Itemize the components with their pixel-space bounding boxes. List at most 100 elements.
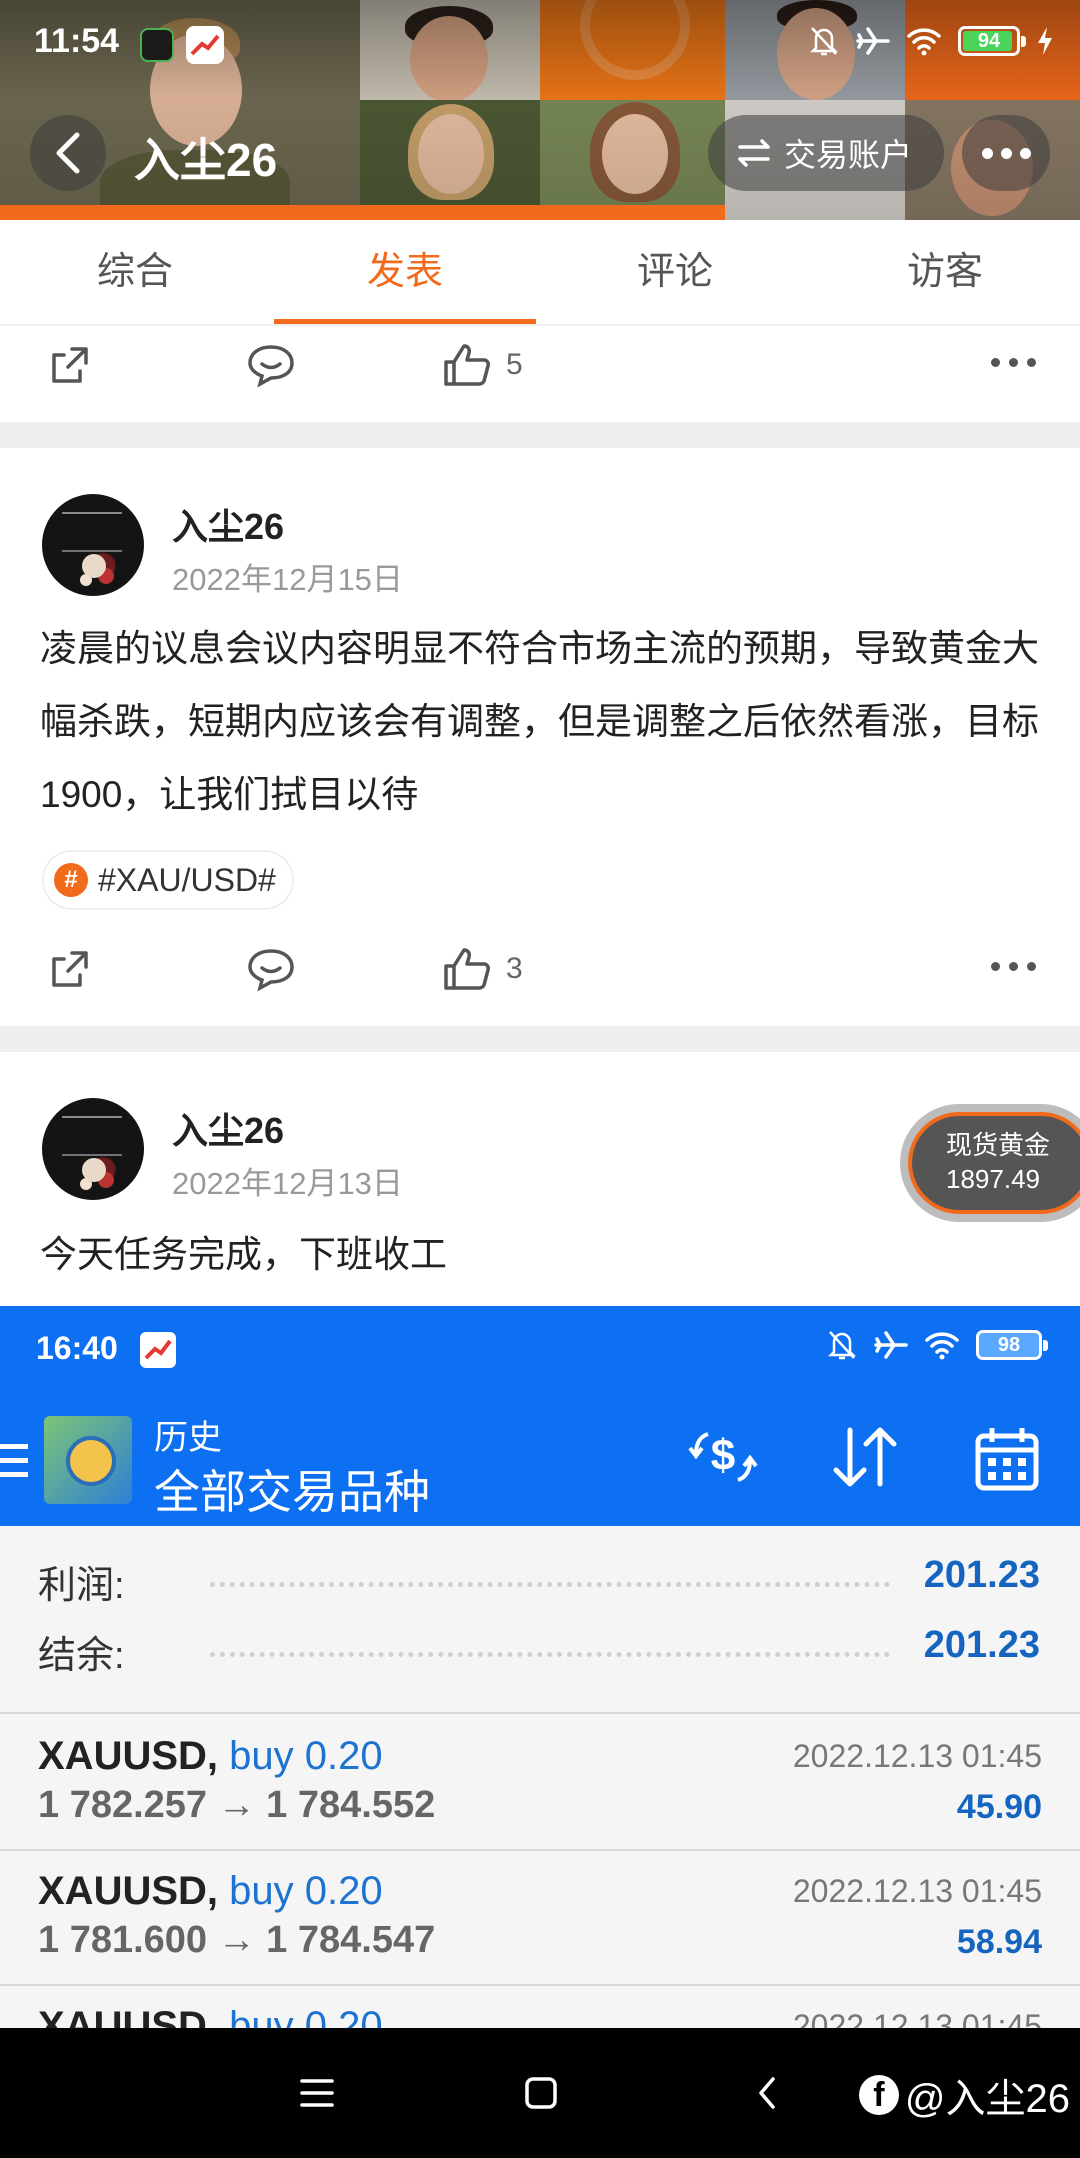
- watermark-text: @入尘26: [904, 2077, 1070, 2121]
- mt-status-time: 16:40: [36, 1330, 118, 1366]
- sort-arrows-icon: [833, 1427, 897, 1487]
- topic-tag[interactable]: # #XAU/USD#: [42, 850, 294, 910]
- trading-account-label: 交易账户: [784, 137, 913, 173]
- share-button[interactable]: [46, 320, 94, 410]
- airplane-icon: [874, 1331, 908, 1359]
- battery-icon: 98: [976, 1330, 1048, 1360]
- trading-account-button[interactable]: 交易账户: [708, 115, 944, 191]
- like-button[interactable]: 5: [442, 320, 523, 410]
- notification-chart-icon: [186, 26, 224, 64]
- mute-bell-icon: [809, 27, 839, 56]
- tab-posts[interactable]: 发表: [270, 220, 540, 324]
- currency-exchange-icon: $: [688, 1431, 758, 1482]
- mute-bell-icon: [827, 1331, 857, 1360]
- author-name[interactable]: 入尘26: [172, 1102, 284, 1154]
- facebook-icon: f: [858, 2075, 899, 2115]
- mt-header: 16:40 98 历史 全部交易品种 $: [0, 1306, 1080, 1526]
- notification-app-icon: [140, 28, 174, 62]
- post-more-button[interactable]: [991, 962, 1036, 971]
- post-text[interactable]: 凌晨的议息会议内容明显不符合市场主流的预期，导致黄金大幅杀跌，短期内应该会有调整…: [40, 612, 1050, 831]
- post-actions: 5: [0, 320, 1080, 410]
- battery-icon: 94: [958, 26, 1026, 56]
- mt-notification-icon: [140, 1332, 176, 1368]
- trade-symbol: XAUUSD,: [38, 1869, 219, 1913]
- post-date: 2022年12月15日: [172, 562, 403, 597]
- comment-button[interactable]: [246, 320, 296, 410]
- trade-symbol: XAUUSD,: [38, 2004, 219, 2028]
- summary-label: 利润:: [38, 1565, 125, 1607]
- page-title: 入尘26: [134, 134, 278, 186]
- wifi-icon: [907, 28, 941, 56]
- home-button[interactable]: [516, 2068, 566, 2118]
- summary-value: 201.23: [923, 1624, 1040, 1666]
- post-divider: [0, 1026, 1080, 1052]
- tab-visitors[interactable]: 访客: [810, 220, 1080, 324]
- summary-row-balance: 结余: 201.23: [0, 1614, 1080, 1684]
- status-icons: 94: [808, 24, 1054, 58]
- trade-time: 2022.12.13 01:45: [792, 1738, 1042, 1774]
- summary-row-profit: 利润: 201.23: [0, 1544, 1080, 1614]
- switch-arrows-icon: [738, 139, 770, 167]
- post-date: 2022年12月13日: [172, 1166, 403, 1201]
- mt-page-title: 全部交易品种: [154, 1466, 430, 1518]
- profit-summary: 利润: 201.23 结余: 201.23: [0, 1526, 1080, 1714]
- status-time: 11:54: [34, 22, 120, 60]
- thumbs-up-icon: [444, 344, 490, 386]
- post-text[interactable]: 今天任务完成，下班收工: [40, 1218, 1050, 1291]
- hashtag-icon: #: [54, 863, 88, 897]
- topic-tag-label: #XAU/USD#: [98, 861, 276, 898]
- author-avatar[interactable]: [42, 494, 144, 596]
- author-name[interactable]: 入尘26: [172, 498, 284, 550]
- post-image-trade-history[interactable]: 16:40 98 历史 全部交易品种 $ 利润: 201.23 结余: 201.…: [0, 1306, 1080, 2028]
- like-count: 5: [506, 348, 523, 381]
- share-button[interactable]: [46, 924, 94, 1014]
- summary-label: 结余:: [38, 1635, 125, 1677]
- post-more-button[interactable]: [991, 358, 1036, 367]
- post-actions: 3: [0, 924, 1080, 1014]
- author-avatar[interactable]: [42, 1098, 144, 1200]
- like-button[interactable]: 3: [442, 924, 523, 1014]
- trade-profit: 45.90: [956, 1788, 1042, 1826]
- more-options-button[interactable]: [962, 115, 1050, 191]
- share-icon: [52, 951, 88, 987]
- metatrader-logo: [44, 1416, 132, 1504]
- square-icon: [525, 2077, 557, 2109]
- trade-side: buy 0.20: [229, 2004, 383, 2028]
- hamburger-menu-icon: [0, 1444, 28, 1486]
- trade-prices: 1 782.257 → 1 784.552: [38, 1784, 436, 1826]
- chevron-left-icon: [56, 132, 80, 174]
- charging-icon: [1038, 27, 1052, 55]
- tab-overview[interactable]: 综合: [0, 220, 270, 324]
- floating-gold-quote[interactable]: 现货黄金 1897.49: [900, 1104, 1080, 1222]
- profile-tabs: 综合 发表 评论 访客: [0, 220, 1080, 326]
- trade-row: XAUUSD, buy 0.20 2022.12.13 01:45: [0, 1986, 1080, 2028]
- mt-page-subtitle: 历史: [154, 1419, 222, 1457]
- system-back-button[interactable]: [742, 2068, 792, 2118]
- trade-time: 2022.12.13 01:45: [792, 1873, 1042, 1909]
- trade-prices: 1 781.600 → 1 784.547: [38, 1919, 436, 1961]
- watermark: f @入尘26: [858, 2066, 1070, 2124]
- trade-row: XAUUSD, buy 0.20 1 782.257 → 1 784.552 2…: [0, 1716, 1080, 1851]
- calendar-icon: [975, 1428, 1039, 1491]
- recent-apps-button[interactable]: [292, 2068, 342, 2118]
- menu-icon: [300, 2079, 334, 2107]
- thumbs-up-icon: [444, 948, 490, 990]
- trade-side: buy 0.20: [229, 1734, 383, 1778]
- quote-label: 现货黄金: [946, 1130, 1051, 1160]
- airplane-icon: [856, 27, 890, 55]
- comment-icon: [248, 345, 294, 388]
- profile-header: 11:54 94 入尘26 交易账户: [0, 0, 1080, 220]
- svg-text:$: $: [711, 1431, 735, 1480]
- trade-time: 2022.12.13 01:45: [792, 2008, 1042, 2028]
- system-nav-bar: f @入尘26: [0, 2028, 1080, 2158]
- wifi-icon: [925, 1332, 959, 1360]
- comment-button[interactable]: [246, 924, 296, 1014]
- mt-status-icons: 98: [826, 1328, 1048, 1362]
- tab-comments[interactable]: 评论: [540, 220, 810, 324]
- quote-price: 1897.49: [946, 1164, 1040, 1194]
- trade-profit: 58.94: [956, 1923, 1042, 1961]
- back-button[interactable]: [30, 115, 106, 191]
- trade-symbol: XAUUSD,: [38, 1734, 219, 1778]
- comment-icon: [248, 949, 294, 992]
- trade-row: XAUUSD, buy 0.20 1 781.600 → 1 784.547 2…: [0, 1851, 1080, 1986]
